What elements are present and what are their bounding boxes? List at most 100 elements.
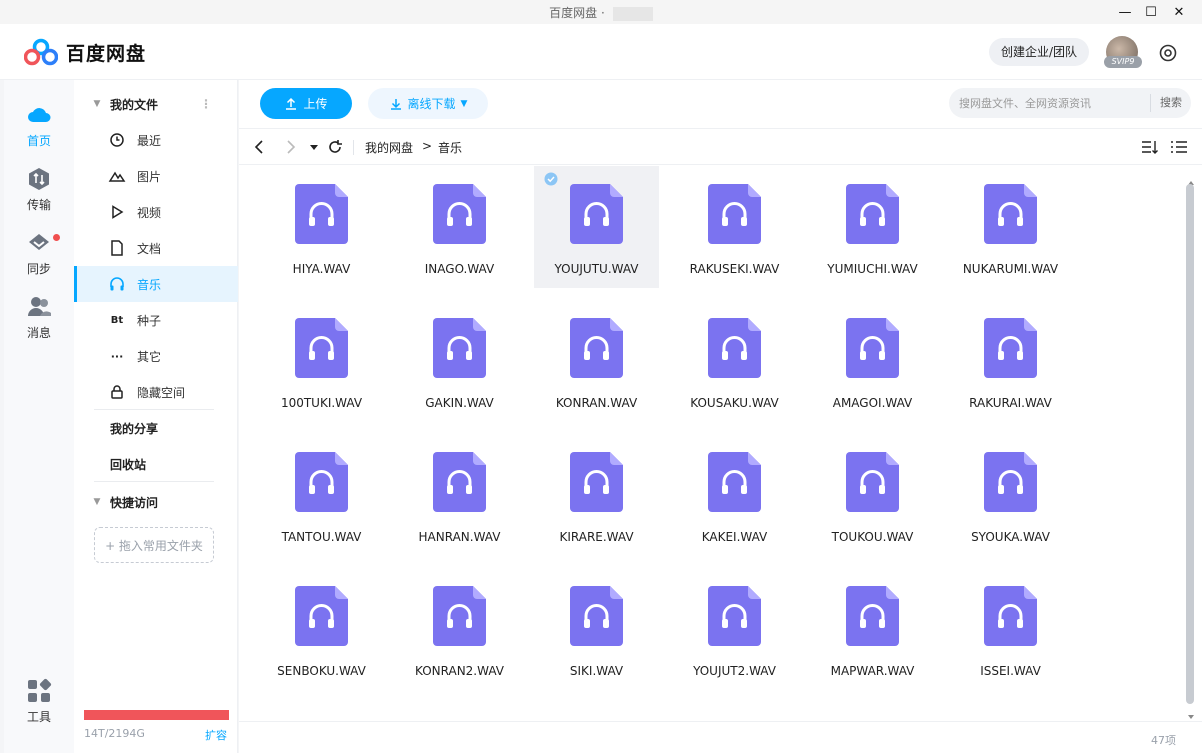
file-item[interactable]: YUMIUCHI.WAV xyxy=(810,166,935,288)
audio-file-icon xyxy=(708,586,761,646)
drop-folder-zone[interactable]: + 拖入常用文件夹 xyxy=(94,527,214,563)
file-item[interactable]: MAPWAR.WAV xyxy=(810,568,935,690)
file-item[interactable]: RAKUSEKI.WAV xyxy=(672,166,797,288)
divider xyxy=(353,140,354,155)
nav-item-label: 隐藏空间 xyxy=(137,385,186,400)
rail-messages-label: 消息 xyxy=(26,326,51,340)
sort-icon[interactable] xyxy=(1141,139,1159,155)
file-item[interactable]: NUKARUMI.WAV xyxy=(948,166,1073,288)
audio-file-icon xyxy=(433,184,486,244)
file-name: MAPWAR.WAV xyxy=(830,664,915,678)
audio-file-icon xyxy=(846,184,899,244)
file-item[interactable]: TANTOU.WAV xyxy=(259,434,384,556)
file-item[interactable]: YOUJUTU.WAV xyxy=(534,166,659,288)
nav-item-videos[interactable]: 视频 xyxy=(74,194,238,230)
forward-arrow-icon[interactable] xyxy=(281,138,299,156)
audio-file-icon xyxy=(295,318,348,378)
audio-file-icon xyxy=(984,184,1037,244)
file-item[interactable]: RAKURAI.WAV xyxy=(948,300,1073,422)
file-item[interactable]: SIKI.WAV xyxy=(534,568,659,690)
rail-transfer[interactable]: 传输 xyxy=(4,166,74,213)
quick-access-group[interactable]: ▼ 快捷访问 xyxy=(74,484,238,520)
expand-storage-link[interactable]: 扩容 xyxy=(205,727,227,743)
file-name: SENBOKU.WAV xyxy=(277,664,366,678)
clock-icon xyxy=(110,133,124,147)
dropdown-caret-icon: ▼ xyxy=(460,98,468,109)
app-logo[interactable]: 百度网盘 xyxy=(24,38,146,66)
refresh-icon[interactable] xyxy=(326,138,344,156)
search-button[interactable]: 搜索 xyxy=(1150,94,1191,112)
file-item[interactable]: GAKIN.WAV xyxy=(397,300,522,422)
audio-file-icon xyxy=(295,184,348,244)
audio-file-icon xyxy=(984,452,1037,512)
file-item[interactable]: HANRAN.WAV xyxy=(397,434,522,556)
file-item[interactable]: INAGO.WAV xyxy=(397,166,522,288)
file-item[interactable]: ISSEI.WAV xyxy=(948,568,1073,690)
my-files-group[interactable]: ▼ 我的文件 ⋮ xyxy=(74,86,238,122)
nav-item-other[interactable]: ··· 其它 xyxy=(74,338,238,374)
upload-label: 上传 xyxy=(303,97,328,111)
file-item[interactable]: SENBOKU.WAV xyxy=(259,568,384,690)
upload-icon xyxy=(286,97,297,110)
nav-item-label: 文档 xyxy=(137,241,162,256)
headphones-icon xyxy=(110,277,124,291)
nav-item-recent[interactable]: 最近 xyxy=(74,122,238,158)
file-item[interactable]: KONRAN.WAV xyxy=(534,300,659,422)
nav-item-images[interactable]: 图片 xyxy=(74,158,238,194)
file-name: INAGO.WAV xyxy=(424,262,495,276)
file-name: KIRARE.WAV xyxy=(559,530,634,544)
checkmark-icon[interactable] xyxy=(544,172,558,186)
rail-transfer-label: 传输 xyxy=(26,198,51,212)
divider xyxy=(94,481,214,482)
file-item[interactable]: KIRARE.WAV xyxy=(534,434,659,556)
file-item[interactable]: KONRAN2.WAV xyxy=(397,568,522,690)
notification-dot xyxy=(53,234,60,241)
file-item[interactable]: TOUKOU.WAV xyxy=(810,434,935,556)
search-input[interactable] xyxy=(949,96,1139,110)
my-files-label: 我的文件 xyxy=(110,97,159,112)
drag-handle-icon[interactable]: ⋮ xyxy=(200,97,212,111)
rail-home[interactable]: 首页 xyxy=(4,102,74,149)
rail-sync[interactable]: 同步 xyxy=(4,230,74,277)
file-item[interactable]: 100TUKI.WAV xyxy=(259,300,384,422)
file-name: 100TUKI.WAV xyxy=(280,396,363,410)
maximize-button[interactable]: ☐ xyxy=(1136,0,1166,24)
offline-download-button[interactable]: 离线下载 ▼ xyxy=(368,88,488,119)
file-item[interactable]: YOUJUT2.WAV xyxy=(672,568,797,690)
settings-icon[interactable] xyxy=(1158,43,1178,63)
upload-button[interactable]: 上传 xyxy=(260,88,352,119)
scrollbar-thumb[interactable] xyxy=(1186,184,1194,704)
nav-item-documents[interactable]: 文档 xyxy=(74,230,238,266)
file-item[interactable]: KOUSAKU.WAV xyxy=(672,300,797,422)
left-rail: 首页 传输 同步 消息 工具 xyxy=(4,80,74,753)
audio-file-icon xyxy=(846,586,899,646)
list-view-icon[interactable] xyxy=(1170,139,1188,155)
file-item[interactable]: SYOUKA.WAV xyxy=(948,434,1073,556)
create-team-button[interactable]: 创建企业/团队 xyxy=(989,38,1090,66)
file-item[interactable]: HIYA.WAV xyxy=(259,166,384,288)
nav-item-hidden-space[interactable]: 隐藏空间 xyxy=(74,374,238,410)
recycle-bin-link[interactable]: 回收站 xyxy=(110,446,146,482)
more-icon: ··· xyxy=(110,349,124,363)
back-arrow-icon[interactable] xyxy=(251,138,269,156)
close-button[interactable]: ✕ xyxy=(1164,0,1194,24)
file-name: HIYA.WAV xyxy=(292,262,351,276)
storage-bar xyxy=(84,710,229,720)
file-name: TOUKOU.WAV xyxy=(831,530,914,544)
audio-file-icon xyxy=(984,318,1037,378)
bt-icon: Bt xyxy=(110,314,124,326)
nav-item-music[interactable]: 音乐 xyxy=(74,266,238,302)
nav-item-torrents[interactable]: Bt 种子 xyxy=(74,302,238,338)
audio-file-icon xyxy=(570,452,623,512)
quick-access-label: 快捷访问 xyxy=(110,495,159,510)
audio-file-icon xyxy=(708,184,761,244)
file-item[interactable]: KAKEI.WAV xyxy=(672,434,797,556)
audio-file-icon xyxy=(846,318,899,378)
my-share-link[interactable]: 我的分享 xyxy=(110,410,158,446)
rail-tools[interactable]: 工具 xyxy=(4,678,74,725)
rail-messages[interactable]: 消息 xyxy=(4,294,74,341)
breadcrumb-root[interactable]: 我的网盘 xyxy=(365,139,413,156)
history-dropdown-icon[interactable] xyxy=(305,138,323,156)
audio-file-icon xyxy=(708,318,761,378)
file-item[interactable]: AMAGOI.WAV xyxy=(810,300,935,422)
